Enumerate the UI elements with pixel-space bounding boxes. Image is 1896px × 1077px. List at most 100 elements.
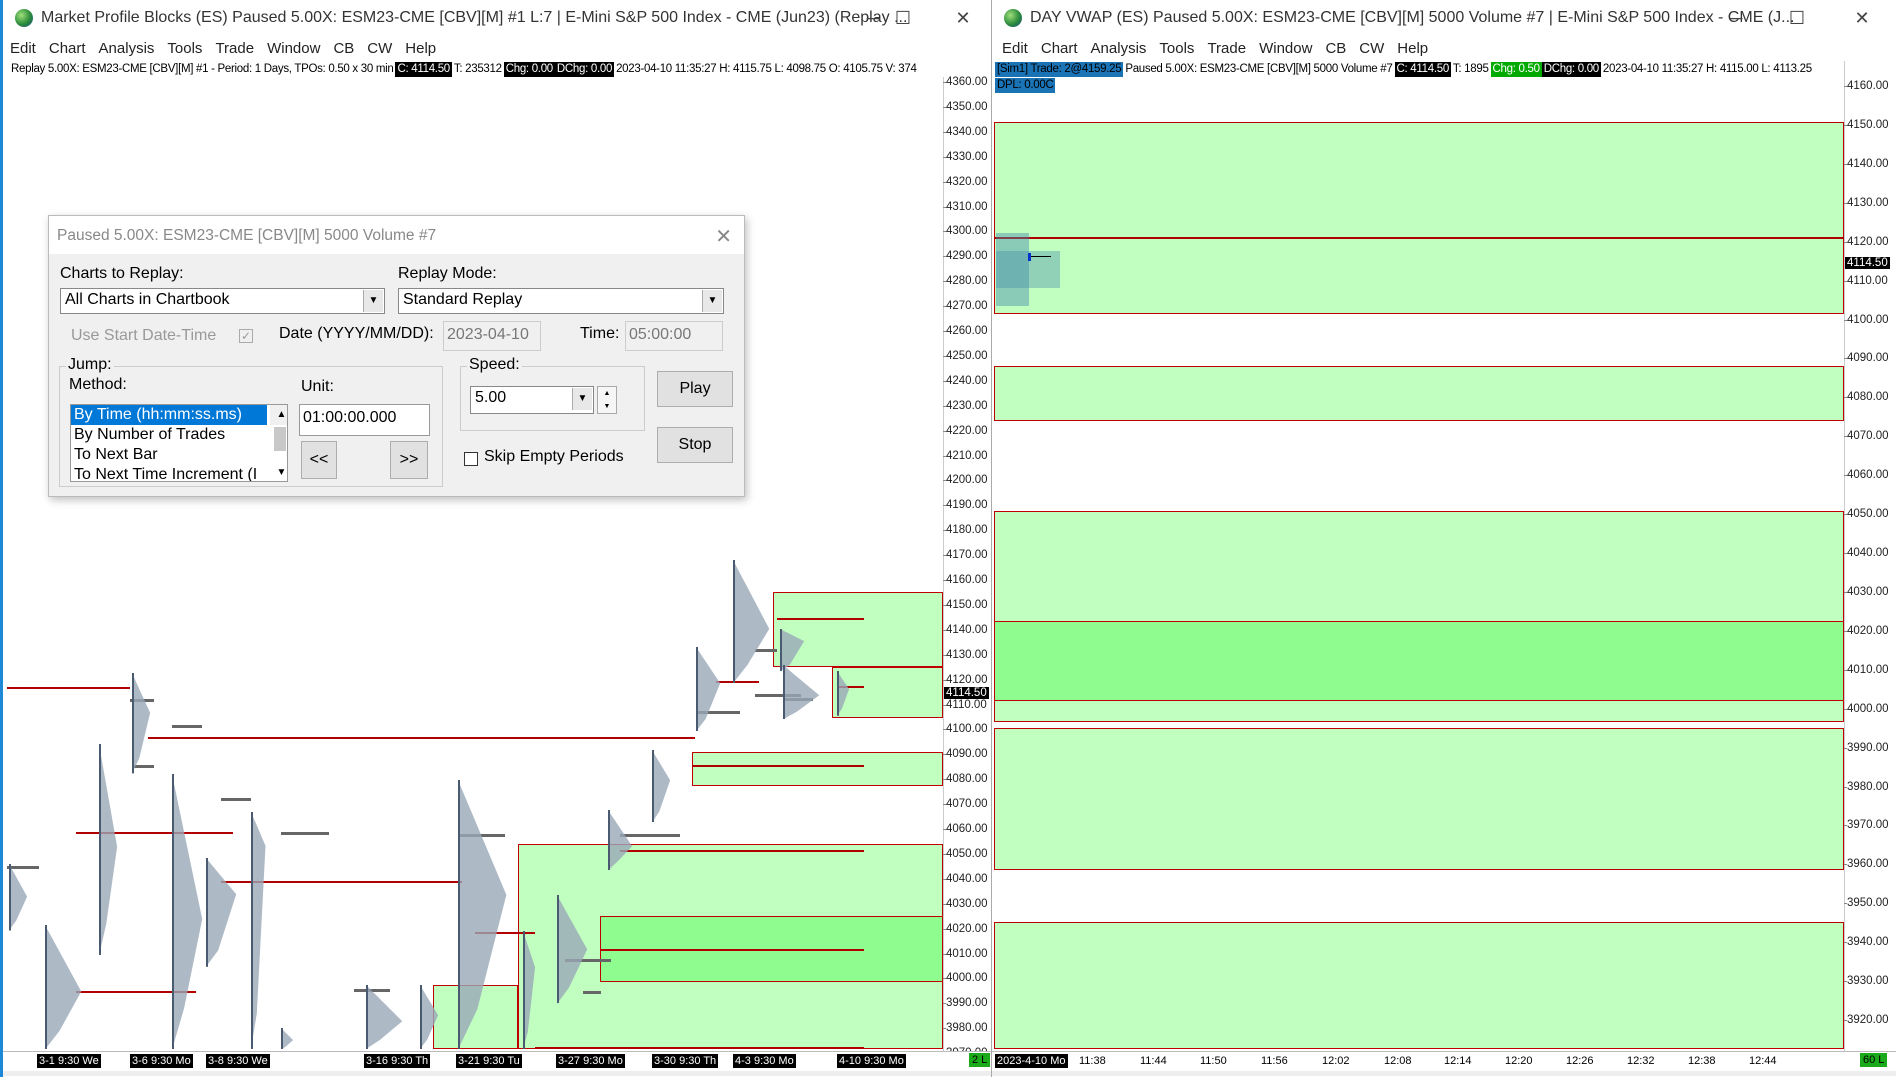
tpo-profile — [837, 670, 850, 716]
price-tick: 4000.00 — [943, 972, 988, 985]
price-tick: 4230.00 — [943, 399, 988, 412]
menu-cw[interactable]: CW — [1352, 36, 1390, 60]
method-scrollbar[interactable]: ▲ ▼ — [270, 405, 287, 478]
right-chart-window: DAY VWAP (ES) Paused 5.00X: ESM23-CME [C… — [991, 0, 1896, 1077]
poc-line — [534, 1046, 864, 1049]
menu-cb[interactable]: CB — [1318, 36, 1352, 60]
maximize-icon[interactable]: ☐ — [873, 0, 933, 36]
method-option[interactable]: By Number of Trades — [71, 425, 287, 445]
dialog-title[interactable]: Paused 5.00X: ESM23-CME [CBV][M] 5000 Vo… — [49, 216, 744, 254]
scroll-thumb[interactable] — [274, 427, 286, 451]
info-close: C: 4114.50 — [395, 61, 452, 77]
use-start-datetime-checkbox[interactable]: ✓ — [239, 329, 253, 343]
date-input[interactable]: 2023-04-10 — [443, 321, 541, 351]
info-chg: Chg: 0.50 — [1490, 61, 1542, 77]
price-tick: 4040.00 — [943, 872, 988, 885]
price-tick: 4150.00 — [1844, 118, 1889, 131]
tpo-profile — [457, 779, 506, 1050]
scroll-down-icon[interactable]: ▼ — [273, 463, 287, 481]
menu-analysis[interactable]: Analysis — [1084, 36, 1153, 60]
price-tick: 4090.00 — [943, 748, 988, 761]
right-chart-plot[interactable] — [994, 61, 1844, 1051]
price-tick: 3930.00 — [1844, 975, 1889, 988]
method-listbox[interactable]: By Time (hh:mm:ss.ms) By Number of Trade… — [70, 404, 288, 482]
method-option[interactable]: By Time (hh:mm:ss.ms) — [71, 405, 267, 425]
menu-analysis[interactable]: Analysis — [92, 36, 161, 60]
time-label: 3-6 9:30 Mo — [130, 1054, 193, 1068]
time-label: 12:14 — [1444, 1055, 1472, 1067]
range-line — [220, 797, 251, 801]
price-tick: 4130.00 — [1844, 196, 1889, 209]
left-chart-window: Market Profile Blocks (ES) Paused 5.00X:… — [0, 0, 991, 1077]
time-label: 3-21 9:30 Tu — [456, 1054, 522, 1068]
scroll-up-icon[interactable]: ▲ — [273, 405, 287, 425]
range-line — [172, 725, 203, 729]
maximize-icon[interactable]: ☐ — [1767, 0, 1827, 36]
left-scrollbar[interactable] — [3, 1071, 991, 1076]
left-title-bar[interactable]: Market Profile Blocks (ES) Paused 5.00X:… — [3, 0, 991, 36]
time-input[interactable]: 05:00:00 — [625, 321, 723, 351]
menu-tools[interactable]: Tools — [1152, 36, 1200, 60]
price-tick: 4280.00 — [943, 275, 988, 288]
dpl-info: DPL: 0.00C — [995, 77, 1056, 93]
info-dchg: DChg: 0.00 — [1541, 61, 1601, 77]
current-price-label: 4114.50 — [1845, 257, 1890, 270]
unit-input[interactable]: 01:00:00.000 — [299, 404, 430, 436]
time-label: 12:32 — [1627, 1055, 1655, 1067]
charts-to-replay-select[interactable]: All Charts in Chartbook ▼ — [60, 288, 385, 314]
right-scrollbar[interactable] — [992, 1071, 1896, 1076]
date-label: Date (YYYY/MM/DD): — [279, 325, 434, 342]
value-area-zone — [994, 922, 1844, 1049]
tpo-profile — [250, 812, 266, 1050]
jump-forward-button[interactable]: >> — [390, 441, 428, 479]
menu-cb[interactable]: CB — [326, 36, 360, 60]
unit-label: Unit: — [301, 378, 334, 395]
menu-edit[interactable]: Edit — [995, 36, 1034, 60]
menu-help[interactable]: Help — [1390, 36, 1434, 60]
price-tick: 4130.00 — [943, 648, 988, 661]
replay-mode-select[interactable]: Standard Replay ▼ — [398, 288, 724, 314]
right-price-axis[interactable]: 4160.00 4150.00 4140.00 4130.00 4120.00 4110.… — [1844, 61, 1896, 1065]
jump-back-button[interactable]: << — [301, 441, 337, 479]
speed-spinner[interactable]: ▲ ▼ — [597, 386, 617, 414]
minimize-icon[interactable]: ─ — [1706, 0, 1766, 36]
skip-empty-periods-checkbox[interactable] — [464, 452, 478, 466]
range-line — [281, 831, 330, 835]
menu-trade[interactable]: Trade — [208, 36, 260, 60]
price-tick: 4080.00 — [943, 773, 988, 786]
menu-chart[interactable]: Chart — [1034, 36, 1084, 60]
menu-edit[interactable]: Edit — [3, 36, 42, 60]
method-option[interactable]: To Next Bar — [71, 445, 287, 465]
value-area-zone — [994, 122, 1844, 314]
left-window-title: Market Profile Blocks (ES) Paused 5.00X:… — [41, 9, 908, 26]
method-option[interactable]: To Next Time Increment (I — [71, 465, 287, 481]
stop-button[interactable]: Stop — [657, 427, 733, 463]
price-tick: 4110.00 — [943, 698, 987, 711]
menu-trade[interactable]: Trade — [1200, 36, 1252, 60]
price-tick: 3920.00 — [1844, 1014, 1889, 1027]
left-price-axis[interactable]: 4360.00 4350.00 4340.00 4330.00 4320.00 4310.… — [943, 76, 991, 1059]
info-trades: T: 1895 — [1452, 62, 1489, 75]
time-label: 12:38 — [1688, 1055, 1716, 1067]
play-button[interactable]: Play — [657, 371, 733, 407]
info-chg: Chg: 0.00 — [503, 61, 555, 77]
menu-help[interactable]: Help — [398, 36, 442, 60]
menu-cw[interactable]: CW — [360, 36, 398, 60]
left-status-badge: 2 L — [969, 1053, 991, 1067]
skip-empty-periods-label: Skip Empty Periods — [484, 448, 624, 465]
tpo-profile — [365, 985, 402, 1050]
speed-combo[interactable]: 5.00 ▼ — [470, 386, 594, 414]
menu-chart[interactable]: Chart — [42, 36, 92, 60]
price-bar — [1028, 253, 1031, 261]
time-label: 11:38 — [1079, 1055, 1106, 1067]
menu-tools[interactable]: Tools — [160, 36, 208, 60]
right-title-bar[interactable]: DAY VWAP (ES) Paused 5.00X: ESM23-CME [C… — [992, 0, 1896, 36]
info-close: C: 4114.50 — [1394, 61, 1451, 77]
menu-window[interactable]: Window — [260, 36, 326, 60]
menu-window[interactable]: Window — [1252, 36, 1318, 60]
info-text: Paused 5.00X: ESM23-CME [CBV][M] 5000 Vo… — [1125, 62, 1393, 75]
dialog-close-icon[interactable]: ✕ — [715, 224, 732, 249]
info-rest: 2023-04-10 11:35:27 H: 4115.00 L: 4113.2… — [1602, 62, 1812, 75]
close-icon[interactable]: ✕ — [1832, 0, 1892, 36]
close-icon[interactable]: ✕ — [933, 0, 991, 36]
